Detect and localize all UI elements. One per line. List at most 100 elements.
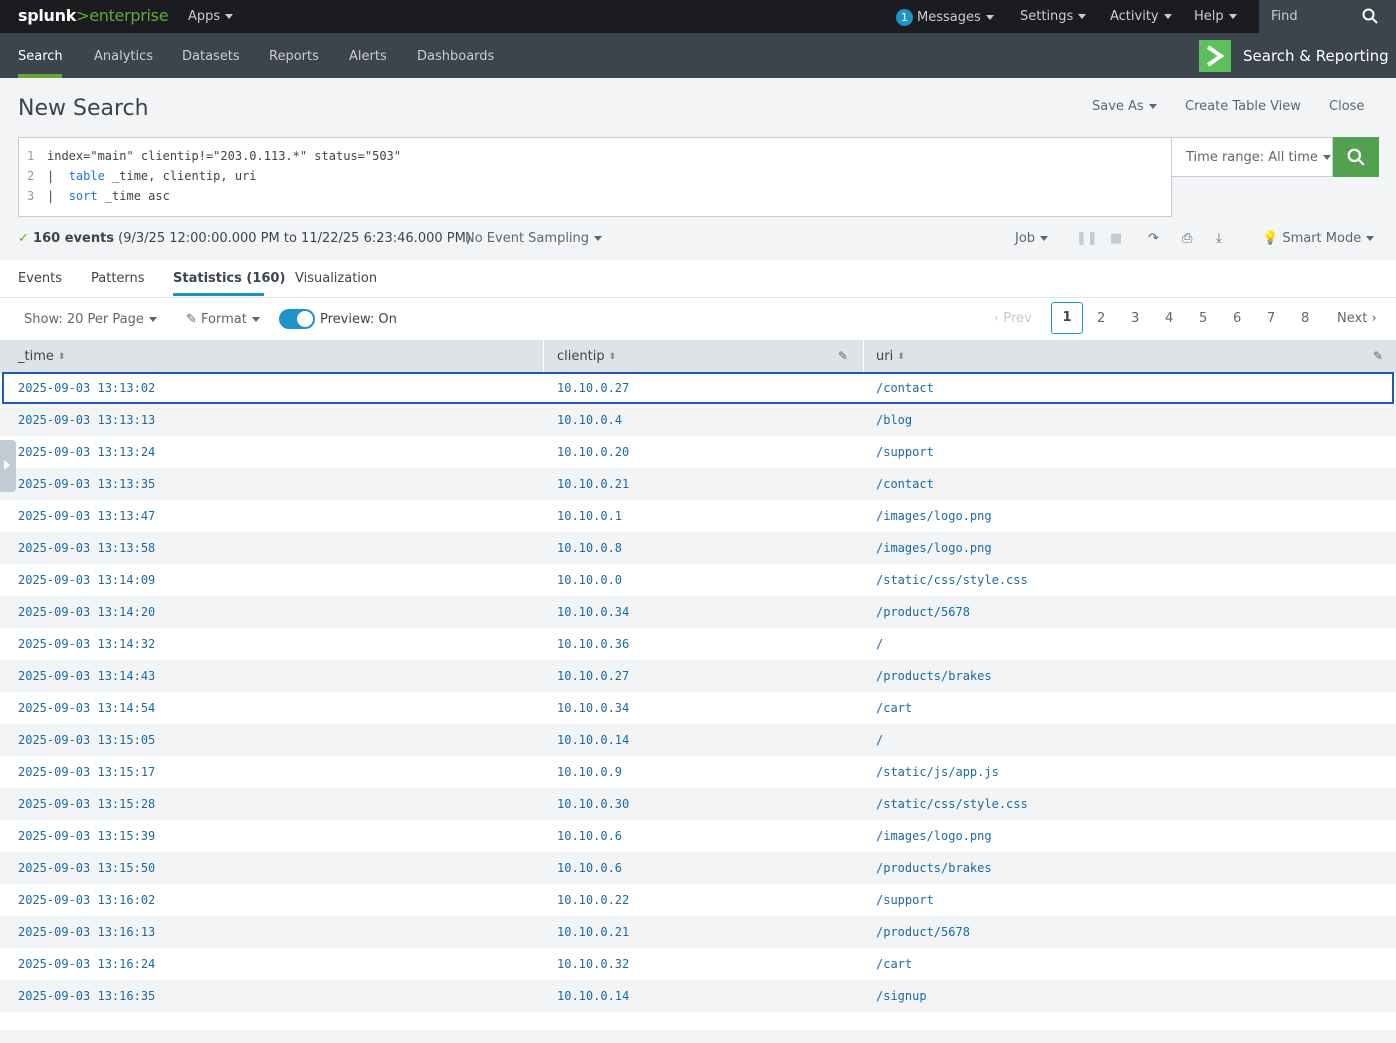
cell-clientip[interactable]: 10.10.0.0 xyxy=(557,573,622,587)
sidebar-expand-handle[interactable] xyxy=(0,440,16,492)
tab-events[interactable]: Events xyxy=(18,271,62,286)
cell-time[interactable]: 2025-09-03 13:13:02 xyxy=(18,381,155,395)
cell-time[interactable]: 2025-09-03 13:16:24 xyxy=(18,957,155,971)
help-menu[interactable]: Help xyxy=(1194,9,1237,24)
tab-search[interactable]: Search xyxy=(18,49,63,64)
page-size-dropdown[interactable]: Show: 20 Per Page xyxy=(24,312,157,327)
table-row[interactable]: 2025-09-03 13:15:39 10.10.0.6/images/logo… xyxy=(0,820,1396,852)
cell-time[interactable]: 2025-09-03 13:15:50 xyxy=(18,861,155,875)
table-row[interactable]: 2025-09-03 13:13:47 10.10.0.1/images/logo… xyxy=(0,500,1396,532)
tab-dashboards[interactable]: Dashboards xyxy=(417,49,494,64)
cell-uri[interactable]: /products/brakes xyxy=(876,861,992,875)
table-row[interactable]: 2025-09-03 13:15:17 10.10.0.9/static/js/a… xyxy=(0,756,1396,788)
settings-menu[interactable]: Settings xyxy=(1020,9,1087,24)
cell-clientip[interactable]: 10.10.0.14 xyxy=(557,733,629,747)
table-row[interactable]: 2025-09-03 13:13:58 10.10.0.8/images/logo… xyxy=(0,532,1396,564)
cell-clientip[interactable]: 10.10.0.20 xyxy=(557,445,629,459)
table-row[interactable]: 2025-09-03 13:15:50 10.10.0.6/products/br… xyxy=(0,852,1396,884)
table-row[interactable]: 2025-09-03 13:15:05 10.10.0.14 / xyxy=(0,724,1396,756)
cell-uri[interactable]: /static/css/style.css xyxy=(876,797,1028,811)
cell-uri[interactable]: /cart xyxy=(876,701,912,715)
page-1-button[interactable]: 1 xyxy=(1051,302,1083,334)
table-row[interactable]: 2025-09-03 13:13:35 10.10.0.21/contact xyxy=(0,468,1396,500)
job-menu[interactable]: Job xyxy=(1015,231,1049,246)
cell-uri[interactable]: /blog xyxy=(876,413,912,427)
stop-icon[interactable]: ■ xyxy=(1110,231,1122,246)
tab-reports[interactable]: Reports xyxy=(269,49,319,64)
table-row[interactable]: 2025-09-03 13:16:35 10.10.0.14/signup xyxy=(0,980,1396,1012)
table-row[interactable]: 2025-09-03 13:16:13 10.10.0.21/product/56… xyxy=(0,916,1396,948)
cell-time[interactable]: 2025-09-03 13:14:43 xyxy=(18,669,155,683)
cell-clientip[interactable]: 10.10.0.21 xyxy=(557,477,629,491)
table-row[interactable]: 2025-09-03 13:13:02 10.10.0.27/contact xyxy=(2,372,1394,404)
cell-time[interactable]: 2025-09-03 13:15:28 xyxy=(18,797,155,811)
page-6-button[interactable]: 6 xyxy=(1233,311,1241,326)
table-row[interactable]: 2025-09-03 13:16:24 10.10.0.32/cart xyxy=(0,948,1396,980)
edit-column-icon[interactable]: ✎ xyxy=(838,349,848,363)
splunk-logo[interactable]: splunk>enterprise xyxy=(18,6,169,25)
pause-icon[interactable]: ❚❚ xyxy=(1076,231,1098,246)
cell-clientip[interactable]: 10.10.0.8 xyxy=(557,541,622,555)
export-icon[interactable]: ⤓ xyxy=(1216,231,1222,246)
table-row[interactable]: 2025-09-03 13:16:02 10.10.0.22/support xyxy=(0,884,1396,916)
cell-uri[interactable]: /images/logo.png xyxy=(876,509,992,523)
app-title[interactable]: Search & Reporting xyxy=(1243,47,1389,65)
cell-clientip[interactable]: 10.10.0.30 xyxy=(557,797,629,811)
cell-clientip[interactable]: 10.10.0.22 xyxy=(557,893,629,907)
cell-uri[interactable]: / xyxy=(876,733,883,747)
next-page-button[interactable]: Next › xyxy=(1337,311,1377,326)
table-row[interactable]: 2025-09-03 13:15:28 10.10.0.30/static/css… xyxy=(0,788,1396,820)
tab-patterns[interactable]: Patterns xyxy=(91,271,145,286)
cell-clientip[interactable]: 10.10.0.9 xyxy=(557,765,622,779)
event-sampling-dropdown[interactable]: No Event Sampling xyxy=(465,231,603,246)
cell-uri[interactable]: / xyxy=(876,637,883,651)
table-row[interactable]: 2025-09-03 13:14:54 10.10.0.34/cart xyxy=(0,692,1396,724)
cell-time[interactable]: 2025-09-03 13:15:05 xyxy=(18,733,155,747)
cell-uri[interactable]: /product/5678 xyxy=(876,925,970,939)
table-row[interactable]: 2025-09-03 13:14:32 10.10.0.36 / xyxy=(0,628,1396,660)
apps-menu[interactable]: Apps xyxy=(188,9,234,24)
tab-alerts[interactable]: Alerts xyxy=(349,49,387,64)
cell-time[interactable]: 2025-09-03 13:13:47 xyxy=(18,509,155,523)
cell-time[interactable]: 2025-09-03 13:13:35 xyxy=(18,477,155,491)
column-header-uri[interactable]: uri ⬍ xyxy=(876,349,905,364)
page-3-button[interactable]: 3 xyxy=(1131,311,1139,326)
table-row[interactable]: 2025-09-03 13:14:20 10.10.0.34/product/56… xyxy=(0,596,1396,628)
print-icon[interactable]: ⎙ xyxy=(1182,231,1192,246)
close-button[interactable]: Close xyxy=(1329,99,1364,114)
time-range-picker[interactable]: Time range: All time xyxy=(1172,137,1333,177)
cell-clientip[interactable]: 10.10.0.32 xyxy=(557,957,629,971)
create-table-view-button[interactable]: Create Table View xyxy=(1185,99,1301,114)
cell-clientip[interactable]: 10.10.0.21 xyxy=(557,925,629,939)
cell-clientip[interactable]: 10.10.0.1 xyxy=(557,509,622,523)
save-as-button[interactable]: Save As xyxy=(1092,99,1157,114)
format-dropdown[interactable]: ✎ Format xyxy=(186,312,260,327)
edit-column-icon[interactable]: ✎ xyxy=(1373,349,1383,363)
cell-uri[interactable]: /cart xyxy=(876,957,912,971)
cell-clientip[interactable]: 10.10.0.27 xyxy=(557,669,629,683)
table-row[interactable]: 2025-09-03 13:14:43 10.10.0.27/products/b… xyxy=(0,660,1396,692)
cell-uri[interactable]: /contact xyxy=(876,477,934,491)
cell-time[interactable]: 2025-09-03 13:14:54 xyxy=(18,701,155,715)
cell-time[interactable]: 2025-09-03 13:13:13 xyxy=(18,413,155,427)
cell-uri[interactable]: /contact xyxy=(876,381,934,395)
share-icon[interactable]: ↷ xyxy=(1148,231,1159,246)
column-header-time[interactable]: _time ⬍ xyxy=(18,349,65,364)
cell-clientip[interactable]: 10.10.0.36 xyxy=(557,637,629,651)
column-header-clientip[interactable]: clientip ⬍ xyxy=(557,349,616,364)
page-2-button[interactable]: 2 xyxy=(1097,311,1105,326)
cell-uri[interactable]: /support xyxy=(876,893,934,907)
tab-statistics[interactable]: Statistics (160) xyxy=(173,271,285,286)
cell-uri[interactable]: /support xyxy=(876,445,934,459)
cell-time[interactable]: 2025-09-03 13:13:58 xyxy=(18,541,155,555)
page-8-button[interactable]: 8 xyxy=(1301,311,1309,326)
preview-toggle[interactable] xyxy=(279,309,315,329)
cell-time[interactable]: 2025-09-03 13:16:35 xyxy=(18,989,155,1003)
page-4-button[interactable]: 4 xyxy=(1165,311,1173,326)
tab-visualization[interactable]: Visualization xyxy=(295,271,377,286)
table-row[interactable]: 2025-09-03 13:13:24 10.10.0.20/support xyxy=(0,436,1396,468)
page-5-button[interactable]: 5 xyxy=(1199,311,1207,326)
table-row[interactable]: 2025-09-03 13:14:09 10.10.0.0/static/css/… xyxy=(0,564,1396,596)
messages-menu[interactable]: 1 Messages xyxy=(896,9,994,26)
cell-uri[interactable]: /static/css/style.css xyxy=(876,573,1028,587)
